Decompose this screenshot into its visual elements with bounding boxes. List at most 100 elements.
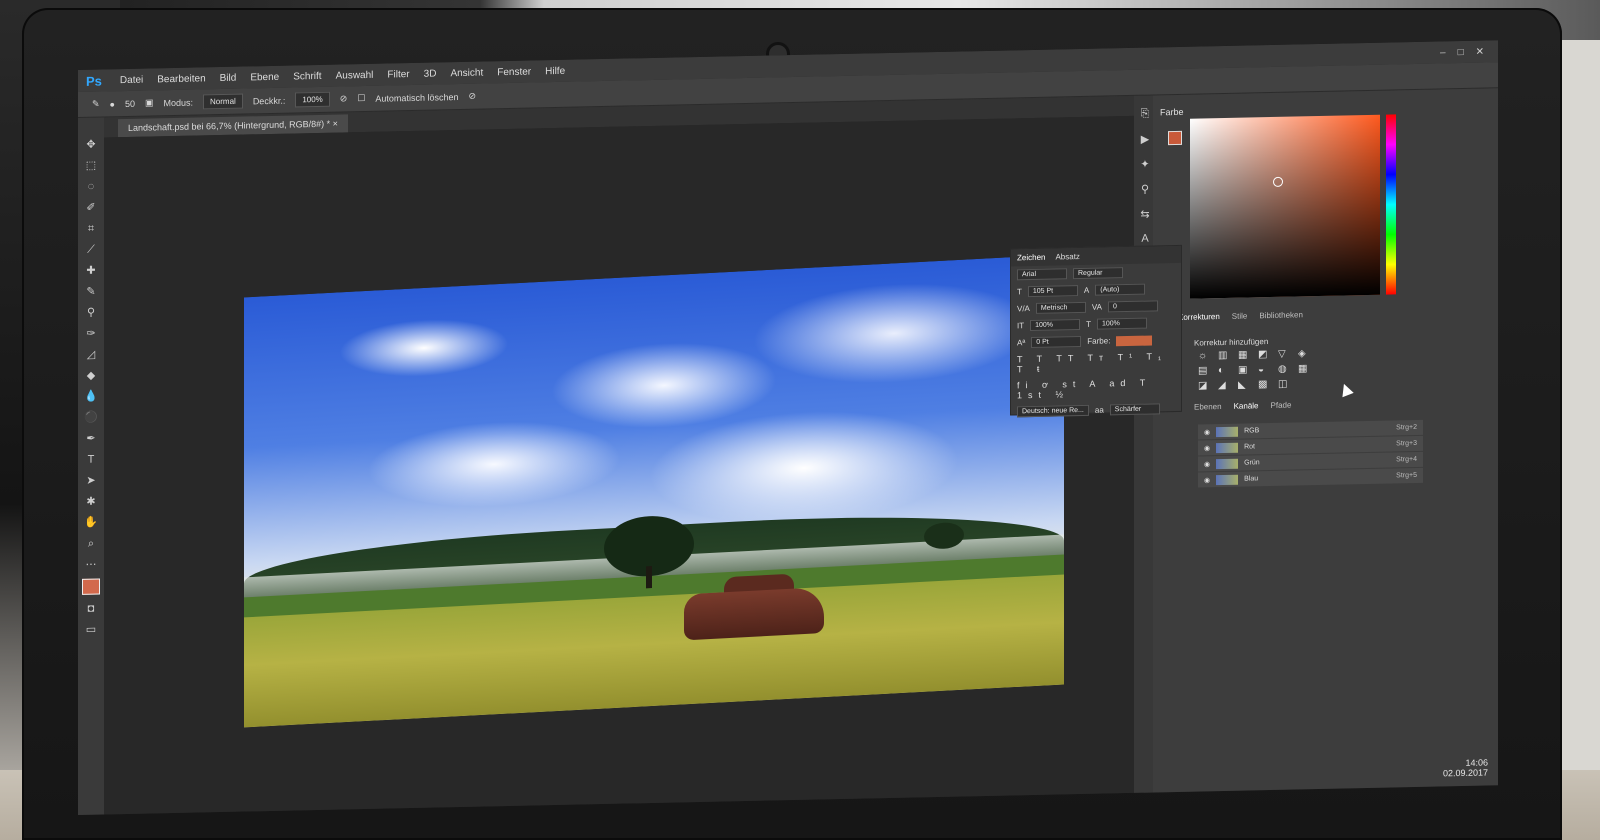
lookup-grid-icon[interactable]: ▦ [1298,363,1314,374]
menu-schrift[interactable]: Schrift [293,70,321,82]
tab-bibliotheken[interactable]: Bibliotheken [1259,310,1303,320]
brush-tool-icon[interactable]: ✎ [83,285,99,299]
landscape-image[interactable] [244,254,1064,728]
more-tools-icon[interactable]: ⋯ [83,558,99,572]
pen-tool-icon[interactable]: ✒ [83,432,99,446]
brush-tool-icon[interactable]: ✎ [92,99,100,110]
path-select-tool-icon[interactable]: ➤ [83,474,99,488]
maximize-button[interactable]: □ [1458,46,1464,57]
visibility-eye-icon[interactable]: ◉ [1204,460,1210,468]
menu-auswahl[interactable]: Auswahl [336,69,374,81]
character-icon[interactable]: A [1141,233,1148,245]
tab-korrekturen[interactable]: Korrekturen [1178,312,1220,322]
menu-fenster[interactable]: Fenster [497,66,531,78]
brush-presets-icon[interactable]: ✦ [1140,158,1149,171]
clock-date[interactable]: 02.09.2017 [1443,767,1488,778]
type-style-buttons[interactable]: T T TT Tт T¹ T₁ T ŧ [1011,348,1181,378]
baseline-shift-input[interactable]: 0 Pt [1031,335,1082,349]
tab-zeichen[interactable]: Zeichen [1017,253,1045,263]
invert-icon[interactable]: ◪ [1198,380,1214,391]
font-size-input[interactable]: 105 Pt [1027,285,1078,298]
eyedropper-tool-icon[interactable]: ⟋ [83,243,99,257]
move-tool-icon[interactable]: ✥ [83,138,99,152]
gradient-map-icon[interactable]: ▩ [1258,379,1274,390]
exposure-icon[interactable]: ◩ [1258,349,1274,360]
color-balance-icon[interactable]: ▤ [1198,365,1214,376]
visibility-eye-icon[interactable]: ◉ [1204,444,1210,452]
clock-time[interactable]: 14:06 [1465,757,1488,767]
tracking-input[interactable]: 0 [1107,300,1158,313]
opentype-buttons[interactable]: fi ơ st A ad T 1st ½ [1011,374,1181,404]
visibility-eye-icon[interactable]: ◉ [1204,428,1210,436]
pressure-size-icon[interactable]: ⊘ [468,91,476,102]
brush-panel-icon[interactable]: ▣ [145,97,154,108]
kerning-select[interactable]: Metrisch [1035,301,1086,314]
stamp-tool-icon[interactable]: ⚲ [83,306,99,320]
tab-absatz[interactable]: Absatz [1055,252,1079,262]
vibrance-icon[interactable]: ▽ [1278,349,1294,360]
threshold-icon[interactable]: ◣ [1238,379,1254,391]
opacity-input[interactable]: 100% [295,91,330,108]
curves-icon[interactable]: ▦ [1238,349,1254,361]
color-panel-title[interactable]: Farbe [1160,107,1184,117]
hand-tool-icon[interactable]: ✋ [83,516,99,530]
tab-ebenen[interactable]: Ebenen [1194,402,1222,412]
font-family-select[interactable]: Arial [1017,268,1067,281]
brush-preset-icon[interactable]: ● [110,99,115,109]
bucket-tool-icon[interactable]: ◆ [83,369,99,383]
photo-filter-icon[interactable]: ▣ [1238,364,1254,376]
actions-play-icon[interactable]: ▶ [1141,133,1149,146]
brush-size[interactable]: 50 [125,98,135,108]
hue-slider[interactable] [1386,114,1396,295]
marquee-tool-icon[interactable]: ⬚ [83,159,99,173]
tab-stile[interactable]: Stile [1232,312,1248,321]
document-tab-close-icon[interactable]: × [333,119,338,129]
screen-mode-icon[interactable]: ▭ [83,623,99,637]
vertical-scale-input[interactable]: 100% [1030,319,1081,332]
minimize-button[interactable]: – [1440,47,1446,58]
history-icon[interactable]: ⎘ [1141,108,1150,121]
visibility-eye-icon[interactable]: ◉ [1204,476,1210,484]
menu-hilfe[interactable]: Hilfe [545,65,565,76]
history-brush-icon[interactable]: ✑ [83,327,99,341]
levels-icon[interactable]: ▥ [1218,350,1234,361]
black-white-icon[interactable]: ◐ [1218,365,1234,376]
properties-icon[interactable]: ⇆ [1140,208,1149,221]
mode-select[interactable]: Normal [203,93,243,110]
tab-pfade[interactable]: Pfade [1271,401,1292,410]
healing-tool-icon[interactable]: ✚ [83,264,99,278]
menu-ebene[interactable]: Ebene [250,71,279,83]
leading-input[interactable]: (Auto) [1095,283,1146,296]
color-lookup-icon[interactable]: ◍ [1278,364,1294,375]
clone-source-icon[interactable]: ⚲ [1141,183,1149,196]
horizontal-scale-input[interactable]: 100% [1097,317,1147,330]
auto-erase-checkbox[interactable]: ☐ [357,93,365,104]
foreground-color-swatch[interactable] [82,578,100,595]
hue-saturation-icon[interactable]: ◈ [1298,348,1314,359]
fg-color-swatch[interactable] [1168,130,1182,146]
canvas-area[interactable] [104,115,1134,815]
blur-tool-icon[interactable]: 💧 [83,390,99,404]
shape-tool-icon[interactable]: ✱ [83,495,99,509]
crop-tool-icon[interactable]: ⌗ [83,222,99,236]
menu-datei[interactable]: Datei [120,74,143,85]
language-select[interactable]: Deutsch: neue Re... [1017,404,1089,418]
menu-ansicht[interactable]: Ansicht [450,67,483,79]
menu-bild[interactable]: Bild [220,72,237,83]
quick-mask-icon[interactable]: ◘ [83,602,99,616]
channel-mixer-icon[interactable]: ◒ [1258,364,1274,375]
color-picker-field[interactable] [1190,114,1380,299]
text-color-swatch[interactable] [1116,334,1153,346]
font-style-select[interactable]: Regular [1073,267,1123,280]
posterize-icon[interactable]: ◢ [1218,380,1234,391]
quick-select-tool-icon[interactable]: ✐ [83,201,99,215]
antialias-select[interactable]: Schärfer [1109,403,1160,416]
menu-bearbeiten[interactable]: Bearbeiten [157,73,205,85]
dodge-tool-icon[interactable]: ⚫ [83,411,99,425]
zoom-tool-icon[interactable]: ⌕ [83,537,99,551]
tab-kanaele[interactable]: Kanäle [1234,401,1259,411]
brightness-icon[interactable]: ☼ [1198,350,1214,361]
eraser-tool-icon[interactable]: ◿ [83,348,99,362]
type-tool-icon[interactable]: T [83,453,99,467]
menu-filter[interactable]: Filter [387,69,409,80]
